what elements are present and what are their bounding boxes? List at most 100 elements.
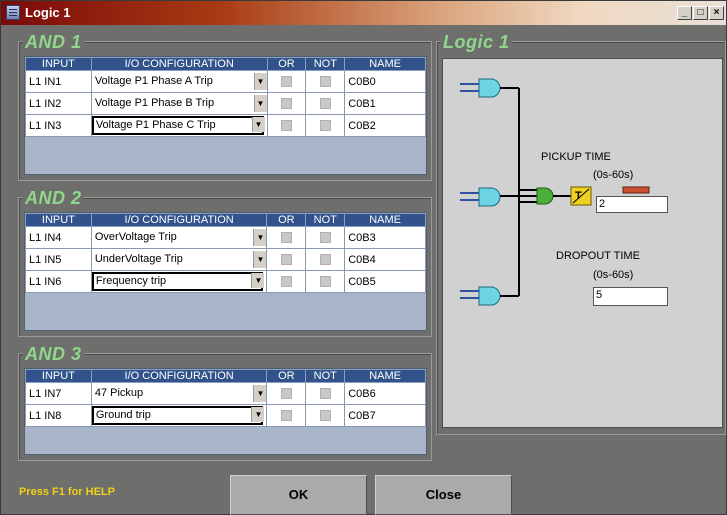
table-row: L1 IN4 OverVoltage Trip ▼ C0B3 (25, 226, 426, 249)
maximize-button[interactable]: □ (693, 6, 708, 20)
name-cell: C0B7 (344, 404, 426, 427)
col-or: OR (266, 57, 307, 71)
col-input: INPUT (25, 213, 92, 227)
io-panel: INPUT I/O CONFIGURATION OR NOT NAME L1 I… (24, 368, 427, 455)
col-not: NOT (305, 213, 346, 227)
window-title: Logic 1 (25, 5, 71, 20)
logic-diagram: T PICKUP TIME (0s-60s) 2 DROPOUT TIME (0… (442, 58, 723, 428)
name-cell: C0B4 (344, 248, 426, 271)
minimize-button[interactable]: _ (677, 6, 692, 20)
input-cell: L1 IN4 (25, 226, 92, 249)
io-table: INPUT I/O CONFIGURATION OR NOT NAME L1 I… (25, 213, 426, 293)
dropdown-arrow-icon[interactable]: ▼ (253, 251, 267, 268)
col-config: I/O CONFIGURATION (90, 369, 268, 383)
table-row: L1 IN1 Voltage P1 Phase A Trip ▼ C0B0 (25, 70, 426, 93)
or-checkbox[interactable] (280, 410, 292, 421)
or-checkbox[interactable] (280, 388, 292, 399)
title-bar[interactable]: Logic 1 _ □ × (1, 1, 726, 25)
col-or: OR (266, 369, 307, 383)
pickup-range-label: (0s-60s) (593, 169, 634, 181)
col-input: INPUT (25, 369, 92, 383)
logic-window: Logic 1 _ □ × AND 1 INPUT I/O CONFIGURAT… (0, 0, 727, 515)
dropout-range-label: (0s-60s) (593, 269, 634, 281)
col-name: NAME (344, 369, 426, 383)
col-not: NOT (305, 369, 346, 383)
io-table: INPUT I/O CONFIGURATION OR NOT NAME L1 I… (25, 57, 426, 137)
not-checkbox[interactable] (319, 410, 331, 421)
col-config: I/O CONFIGURATION (90, 213, 268, 227)
dropout-time-input[interactable]: 5 (593, 287, 668, 306)
input-cell: L1 IN1 (25, 70, 92, 93)
col-name: NAME (344, 213, 426, 227)
and-group-2: AND 2 INPUT I/O CONFIGURATION OR NOT NAM… (18, 188, 432, 337)
dropdown-arrow-icon[interactable]: ▼ (251, 117, 265, 132)
config-select[interactable]: Frequency trip ▼ (91, 272, 265, 291)
input-cell: L1 IN8 (25, 404, 92, 427)
dropdown-arrow-icon[interactable]: ▼ (253, 385, 267, 402)
not-checkbox[interactable] (319, 388, 331, 399)
close-button[interactable]: Close (375, 475, 512, 515)
input-cell: L1 IN3 (25, 114, 92, 137)
not-checkbox[interactable] (319, 120, 331, 131)
dropdown-arrow-icon[interactable]: ▼ (251, 273, 265, 288)
config-select[interactable]: UnderVoltage Trip ▼ (94, 250, 267, 269)
or-checkbox[interactable] (280, 120, 292, 131)
name-cell: C0B6 (344, 382, 426, 405)
not-checkbox[interactable] (319, 76, 331, 87)
or-checkbox[interactable] (280, 254, 292, 265)
input-cell: L1 IN5 (25, 248, 92, 271)
not-checkbox[interactable] (319, 254, 331, 265)
table-row: L1 IN5 UnderVoltage Trip ▼ C0B4 (25, 248, 426, 271)
config-select[interactable]: 47 Pickup ▼ (95, 384, 267, 403)
dropdown-arrow-icon[interactable]: ▼ (253, 229, 267, 246)
config-value: UnderVoltage Trip (94, 253, 183, 265)
config-select[interactable]: Voltage P1 Phase A Trip ▼ (94, 72, 267, 91)
pickup-time-input[interactable]: 2 (596, 196, 668, 213)
col-input: INPUT (25, 57, 92, 71)
dropdown-arrow-icon[interactable]: ▼ (251, 407, 265, 422)
col-name: NAME (344, 57, 426, 71)
config-value: OverVoltage Trip (94, 231, 177, 243)
or-checkbox[interactable] (280, 232, 292, 243)
io-panel: INPUT I/O CONFIGURATION OR NOT NAME L1 I… (24, 56, 427, 175)
not-checkbox[interactable] (319, 232, 331, 243)
config-value: Voltage P1 Phase B Trip (94, 97, 215, 109)
and-group-title: AND 2 (23, 188, 84, 208)
and-gate-2-icon (460, 187, 519, 207)
config-value: Ground trip (95, 409, 151, 421)
io-table: INPUT I/O CONFIGURATION OR NOT NAME L1 I… (25, 369, 426, 427)
close-window-button[interactable]: × (709, 6, 724, 20)
and-group-title: AND 3 (23, 344, 84, 364)
col-not: NOT (305, 57, 346, 71)
name-cell: C0B1 (344, 92, 426, 115)
config-select[interactable]: Voltage P1 Phase C Trip ▼ (91, 116, 265, 135)
timer-symbol: T (575, 190, 582, 202)
name-cell: C0B0 (344, 70, 426, 93)
config-select[interactable]: Ground trip ▼ (91, 406, 265, 425)
col-or: OR (266, 213, 307, 227)
or-checkbox[interactable] (280, 276, 292, 287)
not-checkbox[interactable] (319, 276, 331, 287)
config-select[interactable]: Voltage P1 Phase B Trip ▼ (94, 94, 267, 113)
col-config: I/O CONFIGURATION (90, 57, 268, 71)
logic-schematic: T (460, 78, 650, 306)
not-checkbox[interactable] (319, 98, 331, 109)
config-select[interactable]: OverVoltage Trip ▼ (94, 228, 267, 247)
table-row: L1 IN2 Voltage P1 Phase B Trip ▼ C0B1 (25, 92, 426, 115)
and-gate-1-icon (460, 78, 519, 98)
input-cell: L1 IN2 (25, 92, 92, 115)
and-output-gate-icon (536, 187, 571, 205)
io-panel: INPUT I/O CONFIGURATION OR NOT NAME L1 I… (24, 212, 427, 331)
config-value: Voltage P1 Phase C Trip (95, 119, 216, 131)
dropdown-arrow-icon[interactable]: ▼ (253, 73, 267, 90)
or-checkbox[interactable] (280, 76, 292, 87)
or-checkbox[interactable] (280, 98, 292, 109)
and-gate-3-icon (460, 286, 519, 306)
table-row: L1 IN6 Frequency trip ▼ C0B5 (25, 270, 426, 293)
config-value: Voltage P1 Phase A Trip (94, 75, 213, 87)
dropdown-arrow-icon[interactable]: ▼ (253, 95, 267, 112)
input-cell: L1 IN6 (25, 270, 92, 293)
ok-button[interactable]: OK (230, 475, 367, 515)
and-group-1: AND 1 INPUT I/O CONFIGURATION OR NOT NAM… (18, 32, 432, 181)
name-cell: C0B2 (344, 114, 426, 137)
